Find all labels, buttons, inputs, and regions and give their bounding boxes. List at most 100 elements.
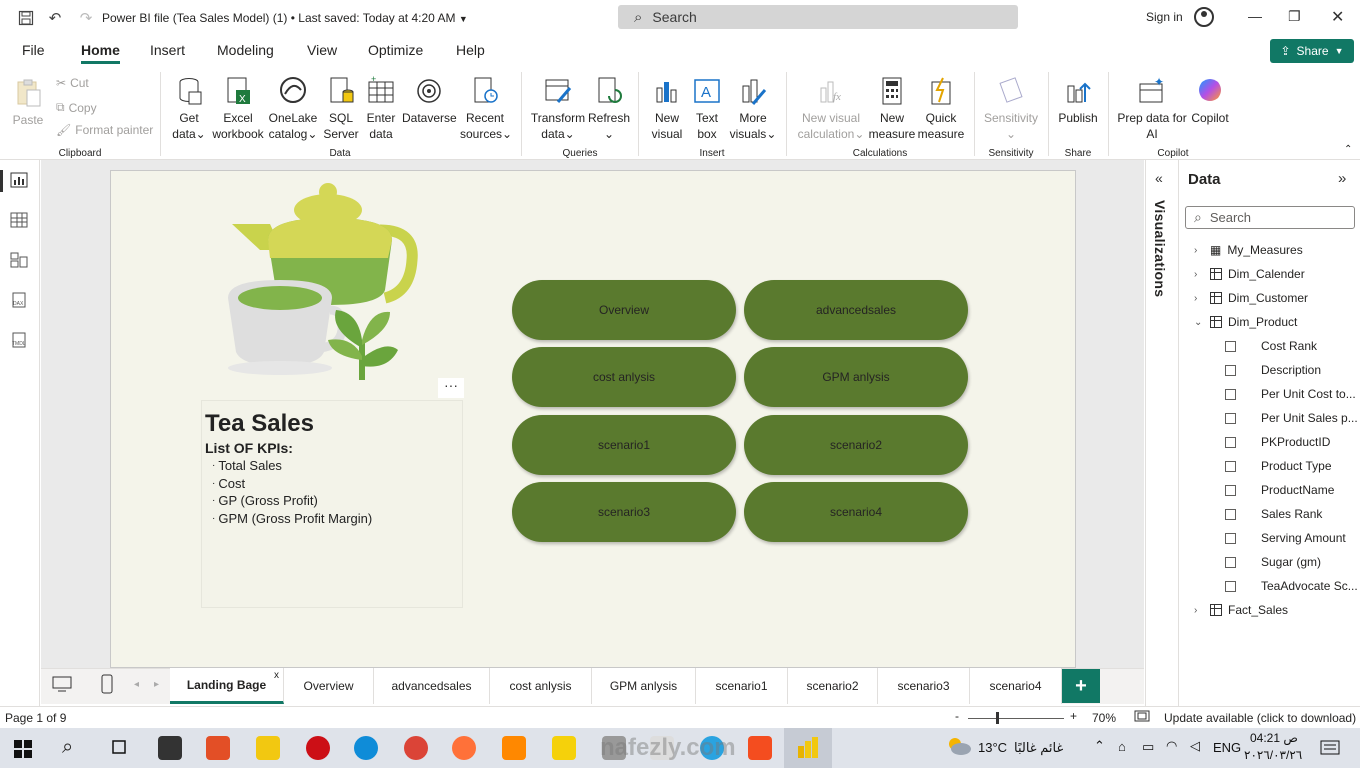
- table-dim-customer[interactable]: › Dim_Customer: [1194, 291, 1308, 305]
- vlc-icon[interactable]: [502, 736, 526, 760]
- nav-button-scenario4[interactable]: scenario4: [744, 482, 968, 542]
- scroll-left-icon[interactable]: ◂: [134, 679, 139, 690]
- checkbox[interactable]: [1225, 436, 1236, 448]
- table-view-icon[interactable]: [10, 212, 30, 230]
- new-visual-calculation-button[interactable]: fx New visual calculation⌄: [796, 76, 866, 142]
- tmdl-view-icon[interactable]: TMDL: [10, 332, 30, 350]
- page-tab-gpm-anlysis[interactable]: GPM anlysis: [592, 668, 696, 704]
- nav-button-scenario1[interactable]: scenario1: [512, 415, 736, 475]
- page-tab-scenario3[interactable]: scenario3: [878, 668, 970, 704]
- notifications-icon[interactable]: [1320, 740, 1340, 759]
- get-data-button[interactable]: Get data⌄: [168, 76, 210, 142]
- nav-button-scenario2[interactable]: scenario2: [744, 415, 968, 475]
- store-app-icon[interactable]: [206, 736, 230, 760]
- onelake-catalog-button[interactable]: OneLake catalog⌄: [266, 76, 320, 142]
- table-dim-calender[interactable]: › Dim_Calender: [1194, 267, 1305, 281]
- fit-to-page-icon[interactable]: [1134, 710, 1150, 725]
- nav-button-cost-anlysis[interactable]: cost anlysis: [512, 347, 736, 407]
- tab-optimize[interactable]: Optimize: [368, 42, 423, 58]
- tab-modeling[interactable]: Modeling: [217, 42, 274, 58]
- taskbar-active-app[interactable]: [784, 728, 832, 768]
- more-options-button[interactable]: ···: [438, 378, 464, 398]
- model-view-icon[interactable]: [10, 252, 30, 270]
- page-tab-scenario2[interactable]: scenario2: [788, 668, 878, 704]
- nav-button-overview[interactable]: Overview: [512, 280, 736, 340]
- dax-query-view-icon[interactable]: DAX: [10, 292, 30, 310]
- update-notice[interactable]: Update available (click to download): [1164, 711, 1356, 725]
- checkbox[interactable]: [1225, 364, 1236, 376]
- tab-file[interactable]: File: [22, 42, 45, 58]
- zoom-level[interactable]: 70%: [1092, 711, 1116, 725]
- field-description[interactable]: Description: [1225, 363, 1321, 377]
- field-sales-rank[interactable]: Sales Rank: [1225, 507, 1322, 521]
- redo-icon[interactable]: ↷: [76, 8, 96, 28]
- excel-workbook-button[interactable]: X Excel workbook: [210, 76, 266, 142]
- copy-button[interactable]: ⧉ Copy: [56, 100, 97, 115]
- checkbox[interactable]: [1225, 484, 1236, 496]
- report-view-icon[interactable]: [10, 172, 30, 190]
- checkbox[interactable]: [1225, 532, 1236, 544]
- transform-data-button[interactable]: Transform data⌄: [530, 76, 586, 142]
- mobile-layout-icon[interactable]: [101, 674, 113, 697]
- page-tab-advancedsales[interactable]: advancedsales: [374, 668, 490, 704]
- zoom-in-button[interactable]: +: [1070, 709, 1077, 723]
- tab-view[interactable]: View: [307, 42, 337, 58]
- battery-icon[interactable]: ▭: [1142, 739, 1154, 755]
- weather-description[interactable]: غائم غالبًا: [1014, 740, 1063, 756]
- field-per-unit-cost[interactable]: Per Unit Cost to...: [1225, 387, 1356, 401]
- copilot-button[interactable]: Copilot: [1188, 76, 1232, 126]
- desktop-layout-icon[interactable]: [52, 676, 72, 695]
- mail-app-icon[interactable]: [158, 736, 182, 760]
- new-visual-button[interactable]: New visual: [648, 76, 686, 142]
- tab-insert[interactable]: Insert: [150, 42, 185, 58]
- weather-temp[interactable]: 13°C: [978, 740, 1007, 755]
- search-box[interactable]: ⌕ Search: [618, 5, 1018, 29]
- new-measure-button[interactable]: New measure: [868, 76, 916, 142]
- volume-icon[interactable]: ◁: [1190, 738, 1200, 754]
- page-tab-landing[interactable]: Landing Bage x: [170, 668, 284, 704]
- checkbox[interactable]: [1225, 556, 1236, 568]
- page-tab-scenario1[interactable]: scenario1: [696, 668, 788, 704]
- field-serving-amount[interactable]: Serving Amount: [1225, 531, 1346, 545]
- search-icon[interactable]: ⌕: [62, 736, 73, 759]
- enter-data-button[interactable]: + Enter data: [362, 74, 400, 142]
- quick-measure-button[interactable]: Quick measure: [916, 76, 966, 142]
- visualizations-label[interactable]: Visualizations: [1152, 200, 1168, 297]
- undo-icon[interactable]: ↶: [45, 8, 65, 28]
- zoom-out-button[interactable]: -: [955, 709, 959, 723]
- checkbox[interactable]: [1225, 508, 1236, 520]
- table-fact-sales[interactable]: › Fact_Sales: [1194, 603, 1288, 617]
- checkbox[interactable]: [1225, 460, 1236, 472]
- expand-visualizations-icon[interactable]: «: [1155, 170, 1163, 186]
- nav-button-scenario3[interactable]: scenario3: [512, 482, 736, 542]
- data-search-input[interactable]: ⌕ Search: [1185, 206, 1355, 229]
- dataverse-button[interactable]: Dataverse: [402, 76, 457, 126]
- nav-button-advancedsales[interactable]: advancedsales: [744, 280, 968, 340]
- sensitivity-button[interactable]: Sensitivity ⌄: [982, 76, 1040, 142]
- clock-time[interactable]: 04:21 ص: [1250, 731, 1298, 745]
- avatar-icon[interactable]: [1194, 7, 1214, 27]
- publish-button[interactable]: Publish: [1056, 76, 1100, 126]
- collapse-data-pane-icon[interactable]: »: [1338, 170, 1346, 187]
- maximize-icon[interactable]: ❐: [1288, 8, 1301, 25]
- field-cost-rank[interactable]: Cost Rank: [1225, 339, 1317, 353]
- page-tab-overview[interactable]: Overview: [284, 668, 374, 704]
- media-player-icon[interactable]: [552, 736, 576, 760]
- zoom-slider-thumb[interactable]: [996, 712, 999, 724]
- tab-help[interactable]: Help: [456, 42, 485, 58]
- tray-app-icon[interactable]: ⌂: [1118, 739, 1126, 754]
- windows-start-icon[interactable]: [14, 740, 32, 761]
- minimize-icon[interactable]: —: [1248, 8, 1262, 24]
- field-productname[interactable]: ProductName: [1225, 483, 1334, 497]
- task-view-icon[interactable]: [110, 738, 128, 759]
- wifi-icon[interactable]: ◠: [1166, 738, 1177, 754]
- field-sugar[interactable]: Sugar (gm): [1225, 555, 1321, 569]
- checkbox[interactable]: [1225, 412, 1236, 424]
- page-tab-cost-anlysis[interactable]: cost anlysis: [490, 668, 592, 704]
- table-my-measures[interactable]: › ▦ My_Measures: [1194, 243, 1303, 257]
- refresh-button[interactable]: Refresh ⌄: [588, 76, 630, 142]
- checkbox[interactable]: [1225, 340, 1236, 352]
- close-icon[interactable]: ✕: [1331, 7, 1344, 27]
- save-icon[interactable]: [16, 8, 36, 28]
- tray-chevron-icon[interactable]: ⌃: [1094, 738, 1105, 754]
